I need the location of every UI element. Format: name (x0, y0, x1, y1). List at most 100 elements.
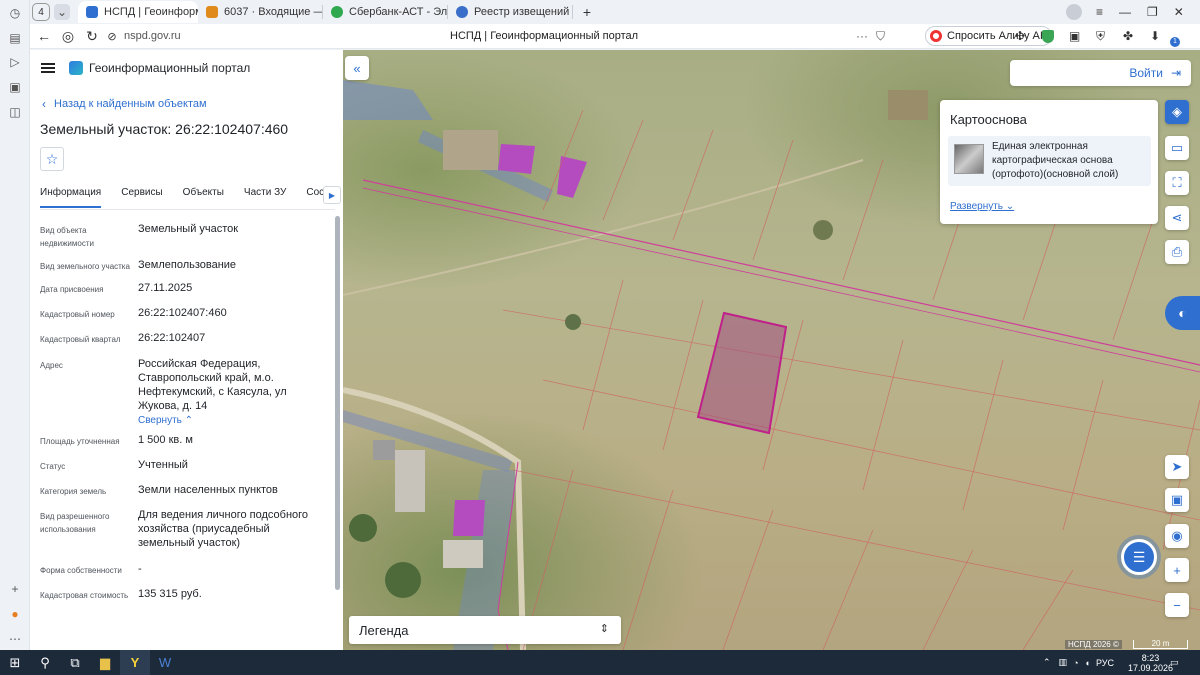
tree (349, 514, 377, 542)
building (395, 450, 425, 512)
minimize-icon[interactable]: — (1119, 5, 1131, 19)
help-assistant-button[interactable]: ◐ (1165, 296, 1200, 330)
expand-link[interactable]: Развернуть ⌄ (950, 201, 1014, 212)
property-label: Вид земельного участка (40, 262, 130, 271)
profile-avatar[interactable] (1066, 4, 1082, 20)
minus-icon: − (1173, 597, 1181, 613)
chevron-up-icon[interactable]: ⌃ (1043, 657, 1051, 668)
legend-label: Легенда (359, 622, 409, 638)
print-icon: ⎙ (1171, 244, 1183, 259)
basemap-layer-card[interactable]: Единая электронная картографическая осно… (948, 136, 1151, 186)
notifications-icon[interactable]: ▭ (1170, 650, 1179, 675)
wifi-icon[interactable]: ◔ (1073, 658, 1078, 668)
address-block: Российская Федерация, Ставропольский кра… (138, 357, 328, 426)
tab-yandex-mail[interactable]: 6037 · Входящие — Яндек (198, 1, 322, 23)
favorite-star-button[interactable]: ☆ (40, 147, 64, 171)
selected-parcel[interactable] (696, 311, 788, 435)
windows-taskbar: ⊞ ⚲ ⧉ ▆ Y W ⌃ ▥ ◔ ◖ РУС 8:23 17.09.2026 … (0, 650, 1200, 675)
chevron-down-icon[interactable]: ⌄ (54, 4, 70, 20)
ruler-icon: ▭ (1170, 140, 1184, 155)
login-button[interactable]: Войти ⇥ (1010, 60, 1191, 86)
close-window-icon[interactable]: ✕ (1174, 5, 1184, 19)
tab-count-badge[interactable]: 4 (32, 3, 50, 21)
puzzle-icon[interactable]: ✤ (1123, 29, 1133, 43)
basemap-popup: Картооснова Единая электронная картограф… (940, 100, 1158, 224)
tab-count-icon[interactable]: ▣ (6, 78, 24, 96)
legend-toggle[interactable]: Легенда ⇕ (349, 616, 621, 644)
network-icon[interactable]: ▥ (1059, 657, 1068, 668)
url-field[interactable]: nspd.gov.ru (124, 30, 181, 42)
ruler-button[interactable]: ▭ (1165, 136, 1189, 160)
back-arrow-icon[interactable]: ← (32, 25, 56, 47)
collapse-link[interactable]: Свернуть ⌃ (138, 415, 328, 426)
property-row: Статус Учтенный (40, 458, 330, 473)
word-icon[interactable]: W (150, 650, 180, 675)
tab-separator (572, 5, 573, 19)
property-row: Кадастровый квартал 26:22:102407 (40, 331, 330, 346)
property-row: Площадь уточненная 1 500 кв. м (40, 433, 330, 448)
back-to-results-link[interactable]: ‹ Назад к найденным объектам (42, 97, 207, 111)
tab-registry[interactable]: Реестр извещений (448, 1, 572, 23)
tab-parts[interactable]: Части ЗУ (244, 180, 286, 208)
history-icon[interactable]: ◷ (6, 4, 24, 22)
add-panel-icon[interactable]: + (6, 580, 24, 598)
download-icon[interactable]: ⬇ (1150, 29, 1160, 43)
more-icon[interactable]: ⋯ (6, 630, 24, 648)
task-view-icon[interactable]: ⧉ (60, 650, 90, 675)
restore-icon[interactable]: ❐ (1147, 5, 1158, 19)
shield-ext-icon[interactable]: ⛨ (1096, 29, 1105, 44)
windows-start-icon[interactable]: ⊞ (0, 650, 30, 675)
hamburger-menu-icon[interactable] (41, 63, 55, 73)
layers-button[interactable]: ◈ (1165, 100, 1189, 124)
new-tab-button[interactable]: + (577, 1, 597, 23)
tab-nspd[interactable]: НСПД | Геоинформаци ✕ (78, 1, 198, 23)
menu-icon[interactable]: ≡ (1096, 5, 1103, 19)
tab-information[interactable]: Информация (40, 180, 102, 208)
collapse-panel-button[interactable]: « (345, 56, 369, 80)
mail-icon[interactable]: ● (6, 605, 24, 623)
yandex-browser-icon[interactable]: Y (120, 650, 150, 675)
share-button[interactable]: ⋖ (1165, 206, 1189, 230)
panel-scrollbar[interactable] (335, 216, 340, 590)
tab-title: 6037 · Входящие — Яндек (224, 6, 322, 18)
zoom-in-button[interactable]: + (1165, 558, 1189, 582)
ask-alisa-button[interactable]: Спросить Алису AI (925, 26, 1052, 46)
shield-icon[interactable]: ◎ (56, 25, 80, 47)
play-icon[interactable]: ▷ (6, 53, 24, 71)
tab-sberbank-ast[interactable]: Сбербанк-АСТ - Электро (323, 1, 447, 23)
tab-objects[interactable]: Объекты (183, 180, 224, 208)
location-button[interactable]: ◉ (1165, 524, 1189, 548)
property-label: Статус (40, 462, 66, 471)
bookmark-icon[interactable]: ⛉ (876, 29, 885, 44)
clock[interactable]: 8:23 17.09.2026 (1128, 650, 1173, 675)
map-view[interactable]: « Войти ⇥ Картооснова Единая электронная… (343, 50, 1200, 650)
locate-button[interactable]: ➤ (1165, 455, 1189, 479)
more-dots-icon[interactable]: ··· (856, 29, 868, 43)
search-icon[interactable]: ⚲ (30, 650, 60, 675)
location-pin-icon: ◉ (1171, 528, 1183, 543)
property-label: Площадь уточненная (40, 437, 120, 446)
camera-icon[interactable]: ▣ (1069, 29, 1080, 43)
browser-address-bar: ← ◎ ↻ ⊘ nspd.gov.ru НСПД | Геоинформацио… (30, 24, 1200, 49)
reload-icon[interactable]: ↻ (80, 25, 104, 47)
chat-button[interactable]: ☰ (1121, 539, 1157, 575)
nspd-favicon-icon (86, 6, 98, 18)
language-indicator[interactable]: РУС (1096, 658, 1114, 668)
select-area-button[interactable]: ⛶ (1165, 171, 1189, 195)
property-label: Категория земель (40, 487, 107, 496)
property-label: Кадастровый квартал (40, 335, 121, 344)
property-label: Кадастровый номер (40, 310, 115, 319)
volume-icon[interactable]: ◖ (1085, 658, 1090, 668)
print-button[interactable]: ⎙ (1165, 240, 1189, 264)
extension-icon[interactable]: ✣ (1015, 29, 1025, 43)
collections-icon[interactable]: ▤ (6, 29, 24, 47)
tabs-scroll-right-button[interactable]: ▶ (323, 186, 341, 204)
file-explorer-icon[interactable]: ▆ (90, 650, 120, 675)
screenshot-icon[interactable]: ◫ (6, 103, 24, 121)
adblock-icon[interactable] (1042, 29, 1054, 43)
window-controls: ≡ — ❐ ✕ (1066, 0, 1184, 24)
clock-time: 8:23 (1141, 652, 1160, 663)
minimap-button[interactable]: ▣ (1165, 488, 1189, 512)
tab-services[interactable]: Сервисы (121, 180, 162, 208)
zoom-out-button[interactable]: − (1165, 593, 1189, 617)
